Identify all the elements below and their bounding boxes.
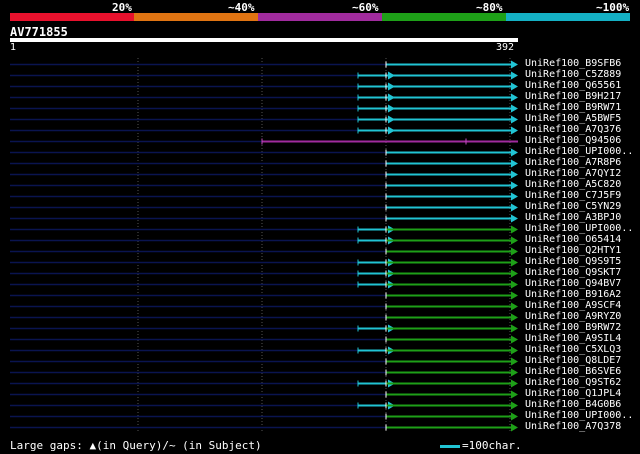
- hit-label[interactable]: UniRef100_Q65561: [525, 80, 621, 91]
- hit-arrow: [511, 390, 518, 399]
- hit-label[interactable]: UniRef100_Q2HTY1: [525, 245, 621, 256]
- scale-legend-line: [440, 445, 460, 448]
- hit-label[interactable]: UniRef100_Q9S9T5: [525, 256, 621, 267]
- hit-label[interactable]: UniRef100_B4G0B6: [525, 399, 621, 410]
- hit-arrow: [511, 346, 518, 355]
- hit-label[interactable]: UniRef100_B9SFB6: [525, 58, 621, 69]
- hit-arrow: [511, 291, 518, 300]
- hit-arrow: [511, 82, 518, 91]
- hit-arrow: [511, 269, 518, 278]
- hit-arrow: [511, 126, 518, 135]
- hit-arrow: [511, 104, 518, 113]
- hit-label[interactable]: UniRef100_B9H217: [525, 91, 621, 102]
- hit-label[interactable]: UniRef100_Q1JPL4: [525, 388, 621, 399]
- hit-label[interactable]: UniRef100_Q9ST62: [525, 377, 621, 388]
- hit-arrow: [511, 148, 518, 157]
- hit-arrow: [511, 236, 518, 245]
- hit-arrow: [511, 423, 518, 432]
- hit-arrow: [511, 159, 518, 168]
- hit-arrow: [511, 280, 518, 289]
- hit-label[interactable]: UniRef100_A5C820: [525, 179, 621, 190]
- hit-label[interactable]: UniRef100_C5XLQ3: [525, 344, 621, 355]
- hit-arrow: [511, 60, 518, 69]
- hit-arrow: [511, 258, 518, 267]
- hit-arrow: [511, 225, 518, 234]
- hit-arrow: [511, 170, 518, 179]
- hit-label[interactable]: UniRef100_O65414: [525, 234, 621, 245]
- hit-arrow: [511, 181, 518, 190]
- hit-arrow: [511, 192, 518, 201]
- hit-arrow: [511, 247, 518, 256]
- hit-label[interactable]: UniRef100_Q94BV7: [525, 278, 621, 289]
- hit-label[interactable]: UniRef100_Q9SKT7: [525, 267, 621, 278]
- hit-label[interactable]: UniRef100_A9SCF4: [525, 300, 621, 311]
- hit-arrow: [511, 214, 518, 223]
- hit-label[interactable]: UniRef100_A7R8P6: [525, 157, 621, 168]
- hit-label[interactable]: UniRef100_A3BPJ0: [525, 212, 621, 223]
- hit-arrow: [511, 313, 518, 322]
- hit-label[interactable]: UniRef100_A9SIL4: [525, 333, 621, 344]
- hit-label[interactable]: UniRef100_UPI000..: [525, 223, 633, 234]
- hit-label[interactable]: UniRef100_A7Q378: [525, 421, 621, 432]
- hit-label[interactable]: UniRef100_UPI000..: [525, 146, 633, 157]
- scale-legend-text: =100char.: [462, 439, 522, 452]
- hit-label[interactable]: UniRef100_C5Z889: [525, 69, 621, 80]
- hit-arrow: [511, 302, 518, 311]
- hit-arrow: [511, 357, 518, 366]
- hit-label[interactable]: UniRef100_C5YN29: [525, 201, 621, 212]
- hit-arrow: [511, 93, 518, 102]
- hit-label[interactable]: UniRef100_C7J5F9: [525, 190, 621, 201]
- hit-label[interactable]: UniRef100_B916A2: [525, 289, 621, 300]
- hit-label[interactable]: UniRef100_B9RW72: [525, 322, 621, 333]
- hit-label[interactable]: UniRef100_B6SVE6: [525, 366, 621, 377]
- hit-label[interactable]: UniRef100_A7QYI2: [525, 168, 621, 179]
- hit-arrow: [511, 71, 518, 80]
- gaps-legend: Large gaps: ▲(in Query)/~ (in Subject): [10, 439, 262, 452]
- hit-label[interactable]: UniRef100_A5BWF5: [525, 113, 621, 124]
- hit-arrow: [511, 115, 518, 124]
- hit-arrow: [511, 412, 518, 421]
- hit-label[interactable]: UniRef100_UPI000..: [525, 410, 633, 421]
- hit-arrow: [511, 368, 518, 377]
- hit-label[interactable]: UniRef100_Q94506: [525, 135, 621, 146]
- hit-arrow: [511, 335, 518, 344]
- hit-label[interactable]: UniRef100_A9RYZ0: [525, 311, 621, 322]
- hit-arrow: [511, 401, 518, 410]
- hit-label[interactable]: UniRef100_Q8LDE7: [525, 355, 621, 366]
- hit-arrow: [511, 379, 518, 388]
- hit-label[interactable]: UniRef100_A7Q376: [525, 124, 621, 135]
- hit-arrow: [511, 324, 518, 333]
- hit-label[interactable]: UniRef100_B9RW71: [525, 102, 621, 113]
- hit-arrow: [511, 203, 518, 212]
